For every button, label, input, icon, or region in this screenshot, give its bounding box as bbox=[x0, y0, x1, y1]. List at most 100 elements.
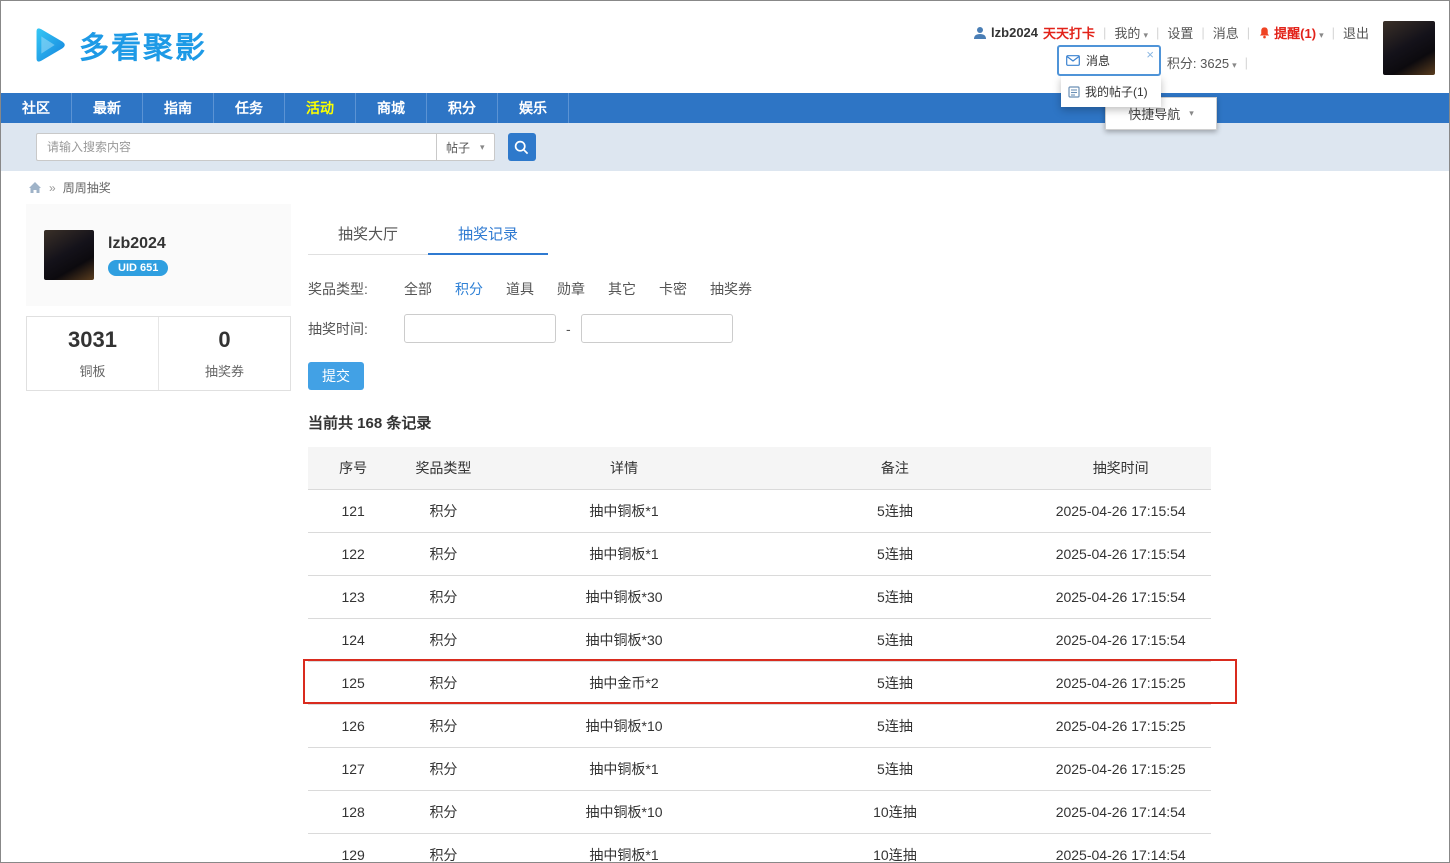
search-input[interactable] bbox=[36, 133, 436, 161]
search-type-dropdown[interactable]: 帖子 ▾ bbox=[436, 133, 495, 161]
table-cell: 积分 bbox=[398, 747, 488, 790]
caret-down-icon: ▾ bbox=[1143, 30, 1148, 40]
table-cell: 2025-04-26 17:15:25 bbox=[1030, 704, 1211, 747]
filter-option-card-key[interactable]: 卡密 bbox=[659, 281, 687, 297]
filter-option-other[interactable]: 其它 bbox=[608, 281, 636, 297]
points-row: 积分: 3625▾ | bbox=[973, 53, 1369, 72]
nav-item-tasks[interactable]: 任务 bbox=[214, 93, 285, 123]
table-header-cell: 抽奖时间 bbox=[1030, 447, 1211, 489]
filter-option-all[interactable]: 全部 bbox=[404, 281, 432, 297]
table-row: 129积分抽中铜板*110连抽2025-04-26 17:14:54 bbox=[308, 833, 1211, 863]
table-cell: 抽中铜板*1 bbox=[489, 833, 760, 863]
document-icon bbox=[1068, 86, 1080, 98]
user-avatar[interactable] bbox=[1383, 21, 1435, 75]
table-cell: 128 bbox=[308, 790, 398, 833]
separator: | bbox=[1245, 55, 1248, 70]
table-cell: 积分 bbox=[398, 575, 488, 618]
profile-card: lzb2024 UID 651 bbox=[26, 204, 291, 306]
table-row: 125积分抽中金币*25连抽2025-04-26 17:15:25 bbox=[308, 661, 1211, 704]
site-header: 多看聚影 lzb2024 天天打卡 | 我的▾ | 设置 | 消息 | bbox=[1, 1, 1449, 93]
menu-remind[interactable]: 提醒(1)▾ bbox=[1274, 23, 1323, 42]
table-header-row: 序号奖品类型详情备注抽奖时间 bbox=[308, 447, 1211, 489]
table-cell: 2025-04-26 17:14:54 bbox=[1030, 833, 1211, 863]
bell-icon bbox=[1258, 26, 1271, 40]
table-header-cell: 详情 bbox=[489, 447, 760, 489]
table-cell: 5连抽 bbox=[759, 618, 1030, 661]
checkin-link[interactable]: 天天打卡 bbox=[1043, 23, 1095, 42]
menu-mine[interactable]: 我的▾ bbox=[1114, 23, 1148, 42]
start-date-input[interactable] bbox=[404, 314, 556, 343]
menu-messages[interactable]: 消息 bbox=[1213, 23, 1239, 42]
caret-down-icon: ▾ bbox=[1189, 108, 1194, 119]
nav-item-community[interactable]: 社区 bbox=[1, 93, 72, 123]
username-link[interactable]: lzb2024 bbox=[991, 25, 1038, 40]
table-cell: 抽中铜板*30 bbox=[489, 575, 760, 618]
breadcrumb-separator: » bbox=[49, 181, 56, 195]
table-cell: 2025-04-26 17:15:54 bbox=[1030, 618, 1211, 661]
nav-item-latest[interactable]: 最新 bbox=[72, 93, 143, 123]
page: 多看聚影 lzb2024 天天打卡 | 我的▾ | 设置 | 消息 | bbox=[0, 0, 1450, 863]
popup-item-messages[interactable]: 消息 × bbox=[1057, 45, 1161, 76]
end-date-input[interactable] bbox=[581, 314, 733, 343]
submit-button[interactable]: 提交 bbox=[308, 362, 364, 390]
table-cell: 122 bbox=[308, 532, 398, 575]
separator: | bbox=[1332, 25, 1335, 40]
stats-box: 3031 铜板 0 抽奖券 bbox=[26, 316, 291, 391]
nav-item-guide[interactable]: 指南 bbox=[143, 93, 214, 123]
popup-item-my-posts[interactable]: 我的帖子(1) bbox=[1061, 76, 1161, 107]
table-cell: 5连抽 bbox=[759, 575, 1030, 618]
uid-badge: UID 651 bbox=[108, 260, 168, 276]
main-nav: 社区最新指南任务活动商城积分娱乐 bbox=[1, 93, 1449, 123]
table-header-cell: 奖品类型 bbox=[398, 447, 488, 489]
caret-down-icon: ▾ bbox=[1319, 30, 1324, 40]
tab-lottery-hall[interactable]: 抽奖大厅 bbox=[308, 214, 428, 254]
table-cell: 2025-04-26 17:15:54 bbox=[1030, 489, 1211, 532]
close-icon[interactable]: × bbox=[1146, 48, 1154, 61]
table-cell: 124 bbox=[308, 618, 398, 661]
table-cell: 2025-04-26 17:14:54 bbox=[1030, 790, 1211, 833]
search-icon bbox=[514, 140, 529, 155]
breadcrumb-current[interactable]: 周周抽奖 bbox=[63, 179, 111, 196]
table-cell: 积分 bbox=[398, 833, 488, 863]
table-body: 121积分抽中铜板*15连抽2025-04-26 17:15:54122积分抽中… bbox=[308, 489, 1211, 863]
menu-settings[interactable]: 设置 bbox=[1167, 23, 1193, 42]
nav-item-points[interactable]: 积分 bbox=[427, 93, 498, 123]
search-type-label: 帖子 bbox=[446, 139, 470, 156]
search-button[interactable] bbox=[508, 133, 536, 161]
table-cell: 5连抽 bbox=[759, 661, 1030, 704]
home-icon[interactable] bbox=[28, 181, 42, 194]
logo[interactable]: 多看聚影 bbox=[26, 23, 207, 67]
filter-option-points[interactable]: 积分 bbox=[455, 281, 483, 297]
table-row: 121积分抽中铜板*15连抽2025-04-26 17:15:54 bbox=[308, 489, 1211, 532]
table-cell: 抽中铜板*1 bbox=[489, 747, 760, 790]
user-menu-row: lzb2024 天天打卡 | 我的▾ | 设置 | 消息 | 提醒(1)▾ | … bbox=[973, 23, 1369, 42]
filter-option-props[interactable]: 道具 bbox=[506, 281, 534, 297]
table-cell: 积分 bbox=[398, 661, 488, 704]
table-cell: 抽中铜板*10 bbox=[489, 704, 760, 747]
table-cell: 127 bbox=[308, 747, 398, 790]
caret-down-icon: ▾ bbox=[480, 142, 485, 153]
table-cell: 10连抽 bbox=[759, 790, 1030, 833]
table-cell: 抽中金币*2 bbox=[489, 661, 760, 704]
filter-option-ticket[interactable]: 抽奖券 bbox=[710, 281, 752, 297]
main-panel: 抽奖大厅抽奖记录 奖品类型: 全部积分道具勋章其它卡密抽奖券 抽奖时间: - 提… bbox=[308, 204, 1211, 863]
table-header-cell: 序号 bbox=[308, 447, 398, 489]
breadcrumb: » 周周抽奖 bbox=[1, 171, 1449, 204]
table-cell: 2025-04-26 17:15:25 bbox=[1030, 747, 1211, 790]
table-cell: 123 bbox=[308, 575, 398, 618]
stat-label: 铜板 bbox=[79, 361, 105, 380]
sidebar: lzb2024 UID 651 3031 铜板 0 抽奖券 bbox=[26, 204, 291, 863]
table-cell: 5连抽 bbox=[759, 489, 1030, 532]
popup-item-label: 我的帖子(1) bbox=[1085, 83, 1148, 100]
nav-item-mall[interactable]: 商城 bbox=[356, 93, 427, 123]
table-header-cell: 备注 bbox=[759, 447, 1030, 489]
separator: | bbox=[1247, 25, 1250, 40]
table-cell: 积分 bbox=[398, 790, 488, 833]
menu-logout[interactable]: 退出 bbox=[1343, 23, 1369, 42]
nav-item-fun[interactable]: 娱乐 bbox=[498, 93, 569, 123]
nav-item-activity[interactable]: 活动 bbox=[285, 93, 356, 123]
tab-lottery-records[interactable]: 抽奖记录 bbox=[428, 214, 548, 255]
table-cell: 抽中铜板*30 bbox=[489, 618, 760, 661]
points-dropdown[interactable]: 积分: 3625▾ bbox=[1167, 53, 1237, 72]
filter-option-medals[interactable]: 勋章 bbox=[557, 281, 585, 297]
